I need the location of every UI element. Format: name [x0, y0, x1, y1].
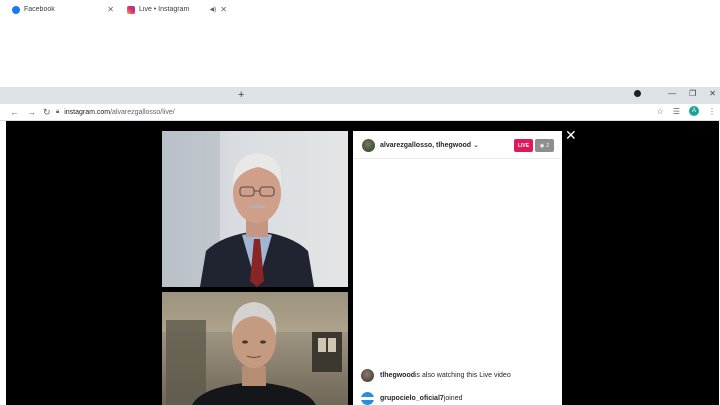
- live-participants[interactable]: alvarezgallosso, tlhegwood ⌄: [380, 141, 479, 149]
- browser-toolbar: ← → ↻ 🔒︎ instagram.com/alvarezgallosso/l…: [0, 104, 720, 121]
- tab-strip: [0, 87, 720, 104]
- live-chat-panel: alvarezgallosso, tlhegwood ⌄ LIVE ◉ 2 tlhe…: [353, 131, 562, 405]
- window-controls: — ❐ ✕: [634, 89, 716, 98]
- back-button[interactable]: ←: [10, 106, 19, 118]
- chat-comment: grupocielo_oficial7 joined: [361, 392, 462, 405]
- close-live-icon[interactable]: ✕: [565, 128, 577, 142]
- commenter-avatar[interactable]: [361, 392, 374, 405]
- tab-facebook[interactable]: Facebook ✕: [6, 2, 120, 17]
- comment-username[interactable]: grupocielo_oficial7: [380, 395, 444, 402]
- live-badge: LIVE: [514, 139, 533, 152]
- toolbar-actions: ☆ ☰ A ⋮: [657, 106, 716, 116]
- address-bar[interactable]: 🔒︎ instagram.com/alvarezgallosso/live/: [56, 106, 656, 119]
- tab-label: Live • Instagram: [139, 6, 190, 13]
- profile-avatar[interactable]: A: [689, 106, 699, 116]
- live-video-guest[interactable]: [162, 292, 348, 405]
- forward-button[interactable]: →: [27, 106, 36, 118]
- media-control-icon[interactable]: [634, 90, 642, 97]
- new-tab-button[interactable]: +: [238, 88, 244, 102]
- host-video-frame: [162, 131, 314, 287]
- reload-button[interactable]: ↻: [43, 106, 51, 118]
- comment-text: is also watching this Live video: [415, 372, 511, 379]
- instagram-icon: [127, 5, 135, 14]
- participants-label: alvarezgallosso, tlhegwood: [380, 142, 472, 149]
- facebook-icon: [12, 5, 20, 14]
- chevron-down-icon: ⌄: [473, 142, 479, 149]
- bookmark-star-icon[interactable]: ☆: [657, 107, 664, 116]
- tab-instagram-live[interactable]: Live • Instagram ◀) ✕: [121, 2, 233, 17]
- url-host: instagram.com: [64, 109, 111, 116]
- screen: Facebook ✕ Live • Instagram ◀) ✕ + — ❐ ✕…: [0, 0, 720, 405]
- minimize-button[interactable]: —: [668, 89, 676, 98]
- close-tab-icon[interactable]: ✕: [220, 5, 227, 14]
- lock-icon: 🔒︎: [56, 109, 60, 115]
- chat-comment: tlhegwood is also watching this Live vid…: [361, 369, 511, 382]
- comment-text: joined: [443, 395, 463, 402]
- menu-kebab-icon[interactable]: ⋮: [708, 107, 716, 116]
- audio-playing-icon[interactable]: ◀): [210, 6, 217, 13]
- close-tab-icon[interactable]: ✕: [107, 5, 114, 14]
- maximize-button[interactable]: ❐: [689, 89, 696, 98]
- reading-list-icon[interactable]: ☰: [673, 107, 680, 116]
- viewer-count: 2: [546, 142, 550, 149]
- close-window-button[interactable]: ✕: [709, 89, 716, 98]
- tab-label: Facebook: [24, 6, 55, 13]
- commenter-avatar[interactable]: [361, 369, 374, 382]
- url-path: /alvarezgallosso/live/: [110, 109, 175, 116]
- guest-video-frame: [162, 292, 348, 405]
- eye-icon: ◉: [539, 142, 545, 149]
- comment-username[interactable]: tlhegwood: [380, 372, 415, 379]
- viewer-count-badge: ◉ 2: [535, 139, 554, 152]
- host-avatar[interactable]: [362, 139, 375, 152]
- live-chat-header: alvarezgallosso, tlhegwood ⌄ LIVE ◉ 2: [353, 131, 562, 159]
- live-video-host[interactable]: [162, 131, 348, 287]
